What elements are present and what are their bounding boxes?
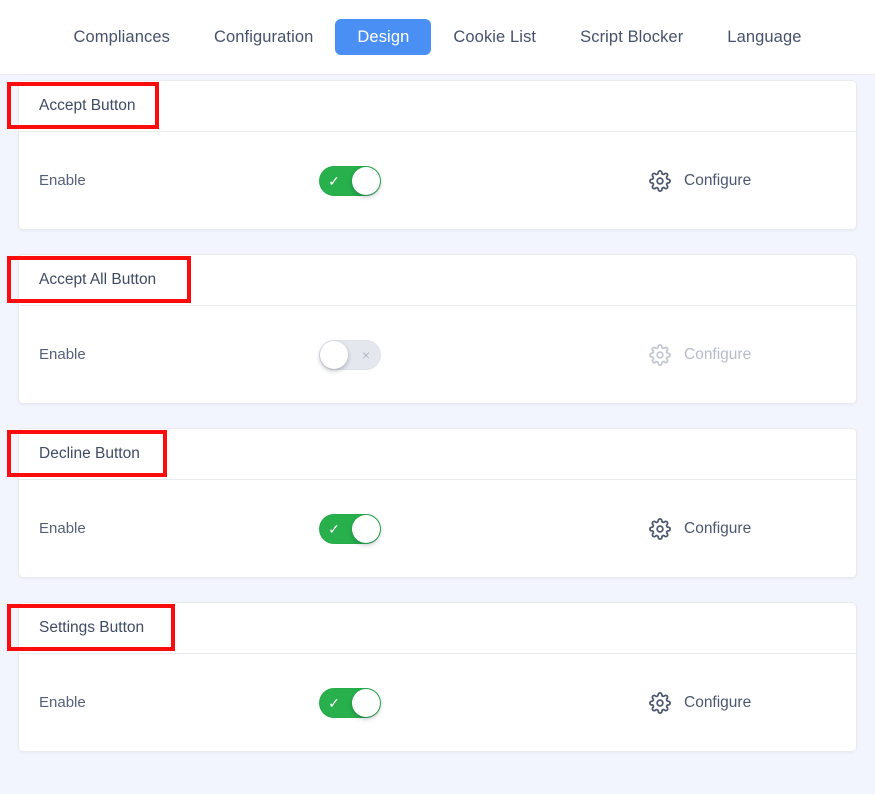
card-body-decline-button: Enable ✓ Configure bbox=[19, 480, 856, 577]
tab-configuration[interactable]: Configuration bbox=[192, 19, 335, 56]
configure-button-accept-button[interactable]: Configure bbox=[649, 169, 752, 192]
toggle-cell-decline-button: ✓ bbox=[319, 513, 649, 544]
toggle-knob bbox=[352, 514, 380, 543]
card-body-accept-all-button: Enable × Configure bbox=[19, 306, 856, 403]
configure-label-settings-button: Configure bbox=[684, 693, 752, 711]
enable-label-settings-button: Enable bbox=[39, 694, 86, 711]
tab-design[interactable]: Design bbox=[335, 18, 432, 56]
enable-label-accept-all-button: Enable bbox=[39, 346, 86, 363]
card-header-settings-button: Settings Button bbox=[19, 603, 856, 654]
configure-label-accept-button: Configure bbox=[684, 171, 752, 189]
enable-toggle-settings-button[interactable]: ✓ bbox=[319, 687, 381, 718]
tab-compliances[interactable]: Compliances bbox=[51, 19, 191, 56]
toggle-knob bbox=[352, 688, 380, 717]
enable-toggle-accept-all-button[interactable]: × bbox=[319, 339, 381, 370]
card-body-settings-button: Enable ✓ Configure bbox=[19, 654, 856, 751]
configure-button-settings-button[interactable]: Configure bbox=[649, 691, 752, 714]
card-title-accept-all-button: Accept All Button bbox=[39, 271, 157, 289]
configure-label-decline-button: Configure bbox=[684, 519, 752, 537]
card-header-decline-button: Decline Button bbox=[19, 429, 856, 480]
card-decline-button: Decline Button Enable ✓ Configure bbox=[7, 428, 857, 578]
configure-button-decline-button[interactable]: Configure bbox=[649, 517, 752, 540]
card-header-accept-all-button: Accept All Button bbox=[19, 255, 856, 306]
toggle-knob bbox=[320, 340, 348, 369]
tab-script-blocker[interactable]: Script Blocker bbox=[558, 19, 705, 56]
gear-icon bbox=[649, 691, 671, 714]
enable-label-decline-button: Enable bbox=[39, 520, 86, 537]
design-settings-list: Accept Button Enable ✓ Configure Accept All … bbox=[0, 75, 875, 752]
card-accept-all-button: Accept All Button Enable × Configure bbox=[7, 254, 857, 404]
toggle-cell-accept-all-button: × bbox=[319, 339, 649, 370]
toggle-knob bbox=[352, 166, 380, 195]
cross-icon: × bbox=[361, 346, 371, 363]
check-icon: ✓ bbox=[328, 520, 340, 537]
enable-toggle-decline-button[interactable]: ✓ bbox=[319, 513, 381, 544]
gear-icon bbox=[649, 517, 671, 540]
card-header-accept-button: Accept Button bbox=[19, 81, 856, 132]
card-title-settings-button: Settings Button bbox=[39, 619, 145, 637]
tab-cookie-list[interactable]: Cookie List bbox=[431, 19, 558, 56]
card-settings-button: Settings Button Enable ✓ Configure bbox=[7, 602, 857, 752]
enable-toggle-accept-button[interactable]: ✓ bbox=[319, 165, 381, 196]
gear-icon bbox=[649, 343, 671, 366]
enable-label-accept-button: Enable bbox=[39, 172, 86, 189]
card-title-decline-button: Decline Button bbox=[39, 445, 140, 463]
configure-label-accept-all-button: Configure bbox=[684, 345, 752, 363]
card-title-accept-button: Accept Button bbox=[39, 97, 136, 115]
configure-button-accept-all-button: Configure bbox=[649, 343, 752, 366]
tab-language[interactable]: Language bbox=[705, 19, 823, 56]
card-body-accept-button: Enable ✓ Configure bbox=[19, 132, 856, 229]
check-icon: ✓ bbox=[328, 694, 340, 711]
tab-bar: Compliances Configuration Design Cookie Lis… bbox=[0, 0, 875, 75]
toggle-cell-accept-button: ✓ bbox=[319, 165, 649, 196]
check-icon: ✓ bbox=[328, 172, 340, 189]
toggle-cell-settings-button: ✓ bbox=[319, 687, 649, 718]
gear-icon bbox=[649, 169, 671, 192]
card-accept-button: Accept Button Enable ✓ Configure bbox=[7, 80, 857, 230]
